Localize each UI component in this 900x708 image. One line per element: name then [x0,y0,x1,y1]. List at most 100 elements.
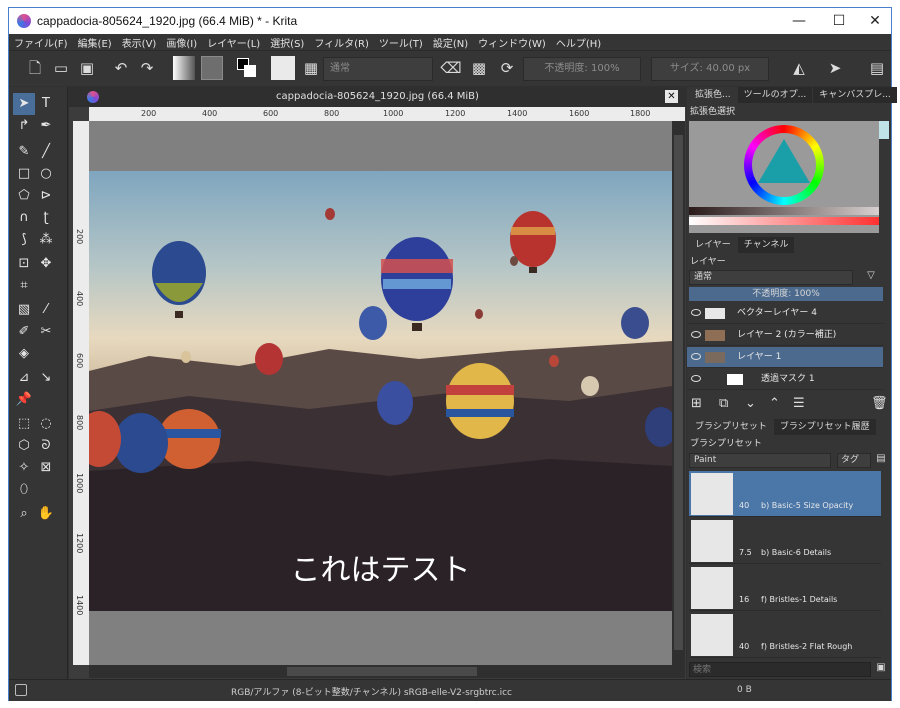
mirror-vertical-icon[interactable]: ➤ [823,56,847,80]
rectangle-tool-icon[interactable]: □ [13,163,35,185]
brush-preset-item[interactable]: 7.5 b) Basic-6 Details [689,518,881,564]
tab-canvas-preview[interactable]: キャンバスプレ... [813,87,897,103]
pattern-preset-button[interactable] [201,56,223,80]
move-layer-up-icon[interactable]: ⌃ [769,395,780,413]
delete-layer-icon[interactable]: 🗑 [871,395,888,413]
tag-button[interactable]: タグ [837,453,871,468]
horizontal-scrollbar[interactable] [89,665,685,678]
freehand-select-tool-icon[interactable]: ᘐ [35,435,57,457]
menu-tools[interactable]: ツール(T) [374,34,428,50]
edit-shapes-tool-icon[interactable]: ↱ [13,115,35,137]
visibility-eye-icon[interactable] [691,353,701,360]
menu-layer[interactable]: レイヤー(L) [202,34,265,50]
polyline-tool-icon[interactable]: ⊳ [35,185,57,207]
contiguous-select-tool-icon[interactable]: ✧ [13,457,35,479]
vertical-scroll-thumb[interactable] [674,135,683,650]
preset-search-input[interactable] [689,662,871,677]
preset-filter-select[interactable]: Paint [689,453,831,468]
layer-row-selected[interactable]: レイヤー 1 [687,347,883,368]
layer-opacity-slider[interactable]: 不透明度: 100% [689,287,883,301]
menu-settings[interactable]: 設定(N) [428,34,473,50]
brush-preset-icon[interactable] [271,56,295,80]
polygon-tool-icon[interactable]: ⬠ [13,185,35,207]
horizontal-scroll-thumb[interactable] [287,667,477,676]
undo-icon[interactable]: ↶ [109,56,133,80]
opacity-slider[interactable]: 不透明度: 100% [523,57,641,81]
ellipse-tool-icon[interactable]: ○ [35,163,57,185]
visibility-eye-icon[interactable] [691,309,701,316]
menu-help[interactable]: ヘルプ(H) [551,34,606,50]
brush-preset-item[interactable]: 40 f) Bristles-2 Flat Rough [689,612,881,658]
workspace-icon[interactable]: ▤ [865,56,889,80]
smart-patch-tool-icon[interactable]: ✂ [35,321,57,343]
saturation-slider[interactable] [689,217,879,225]
assistant-tool-icon[interactable]: ↘ [35,367,57,389]
saturation-triangle[interactable] [758,139,810,183]
freehand-path-tool-icon[interactable]: ʈ [35,207,57,229]
vertical-scrollbar[interactable] [672,121,685,665]
transform-tool-icon[interactable]: ⌗ [13,275,35,297]
dynamic-brush-tool-icon[interactable]: ⟆ [13,229,35,251]
open-folder-icon[interactable]: ▭ [49,56,73,80]
brush-settings-icon[interactable]: ▦ [299,56,323,80]
bezier-tool-icon[interactable]: ∩ [13,207,35,229]
brush-preset-item[interactable]: 40 b) Basic-5 Size Opacity [689,471,881,517]
minimize-button[interactable]: — [779,8,819,34]
status-settings-icon[interactable] [15,684,27,696]
layer-blend-select[interactable]: 通常 [689,270,853,285]
canvas-viewport[interactable]: これはテスト [89,121,672,665]
alpha-lock-icon[interactable]: ▩ [467,56,491,80]
rect-select-tool-icon[interactable]: ⬚ [13,413,35,435]
color-history-swatch[interactable] [879,121,889,139]
zoom-tool-icon[interactable]: ⌕ [13,503,35,525]
visibility-eye-icon[interactable] [691,375,701,382]
document-tab[interactable]: cappadocia-805624_1920.jpg (66.4 MiB) ✕ [69,87,686,107]
color-selector[interactable] [689,121,889,233]
layer-filter-icon[interactable]: ▽ [859,270,883,285]
brush-preset-item[interactable]: 16 f) Bristles-1 Details [689,565,881,611]
tab-layers[interactable]: レイヤー [689,237,737,253]
calligraphy-tool-icon[interactable]: ✒ [35,115,57,137]
menu-select[interactable]: 選択(S) [265,34,309,50]
move-tool-icon[interactable]: ✥ [35,253,57,275]
menu-file[interactable]: ファイル(F) [9,34,73,50]
colorize-mask-tool-icon[interactable]: ✐ [13,321,35,343]
fill-tool-icon[interactable]: ◈ [13,343,35,365]
layer-properties-icon[interactable]: ☰ [793,395,805,413]
fg-bg-color-swatch[interactable] [235,56,257,80]
ellipse-select-tool-icon[interactable]: ◌ [35,413,57,435]
tab-tool-options[interactable]: ツールのオプ... [737,87,813,103]
menu-filter[interactable]: フィルタ(R) [309,34,374,50]
gradient-tool-icon[interactable]: ▧ [13,299,35,321]
menu-image[interactable]: 画像(I) [161,34,202,50]
redo-icon[interactable]: ↷ [135,56,159,80]
maximize-button[interactable]: ☐ [819,8,859,34]
save-preset-icon[interactable]: ▣ [875,662,887,677]
tab-advanced-color[interactable]: 拡張色... [689,87,737,103]
new-document-icon[interactable]: 🗋 [23,56,47,80]
canvas-text-layer[interactable]: これはテスト [89,545,672,589]
mirror-horizontal-icon[interactable]: ◭ [787,56,811,80]
move-layer-down-icon[interactable]: ⌄ [745,395,756,413]
pan-tool-icon[interactable]: ✋ [35,503,57,525]
menu-view[interactable]: 表示(V) [117,34,162,50]
measure-tool-icon[interactable]: ⊿ [13,367,35,389]
tab-brush-presets[interactable]: ブラシプリセット [689,419,773,435]
gradient-preset-button[interactable] [173,56,195,80]
lightness-slider[interactable] [689,207,879,215]
reference-tool-icon[interactable]: 📌 [13,389,35,411]
tab-brush-preset-history[interactable]: ブラシプリセット履歴 [773,419,876,435]
polygon-select-tool-icon[interactable]: ⬡ [13,435,35,457]
menu-window[interactable]: ウィンドウ(W) [473,34,551,50]
hue-ring[interactable] [744,125,824,205]
tab-channels[interactable]: チャンネル [737,237,795,253]
menu-edit[interactable]: 編集(E) [73,34,117,50]
preset-view-icon[interactable]: ▤ [875,453,887,468]
layer-row[interactable]: レイヤー 2 (カラー補正) [687,325,883,346]
size-slider[interactable]: サイズ: 40.00 px [651,57,769,81]
save-icon[interactable]: ▣ [75,56,99,80]
add-layer-icon[interactable]: ⊞ [691,395,702,413]
select-shapes-tool-icon[interactable]: ➤ [13,93,35,115]
duplicate-layer-icon[interactable]: ⧉ [719,395,728,413]
crop-tool-icon[interactable]: ⊡ [13,253,35,275]
